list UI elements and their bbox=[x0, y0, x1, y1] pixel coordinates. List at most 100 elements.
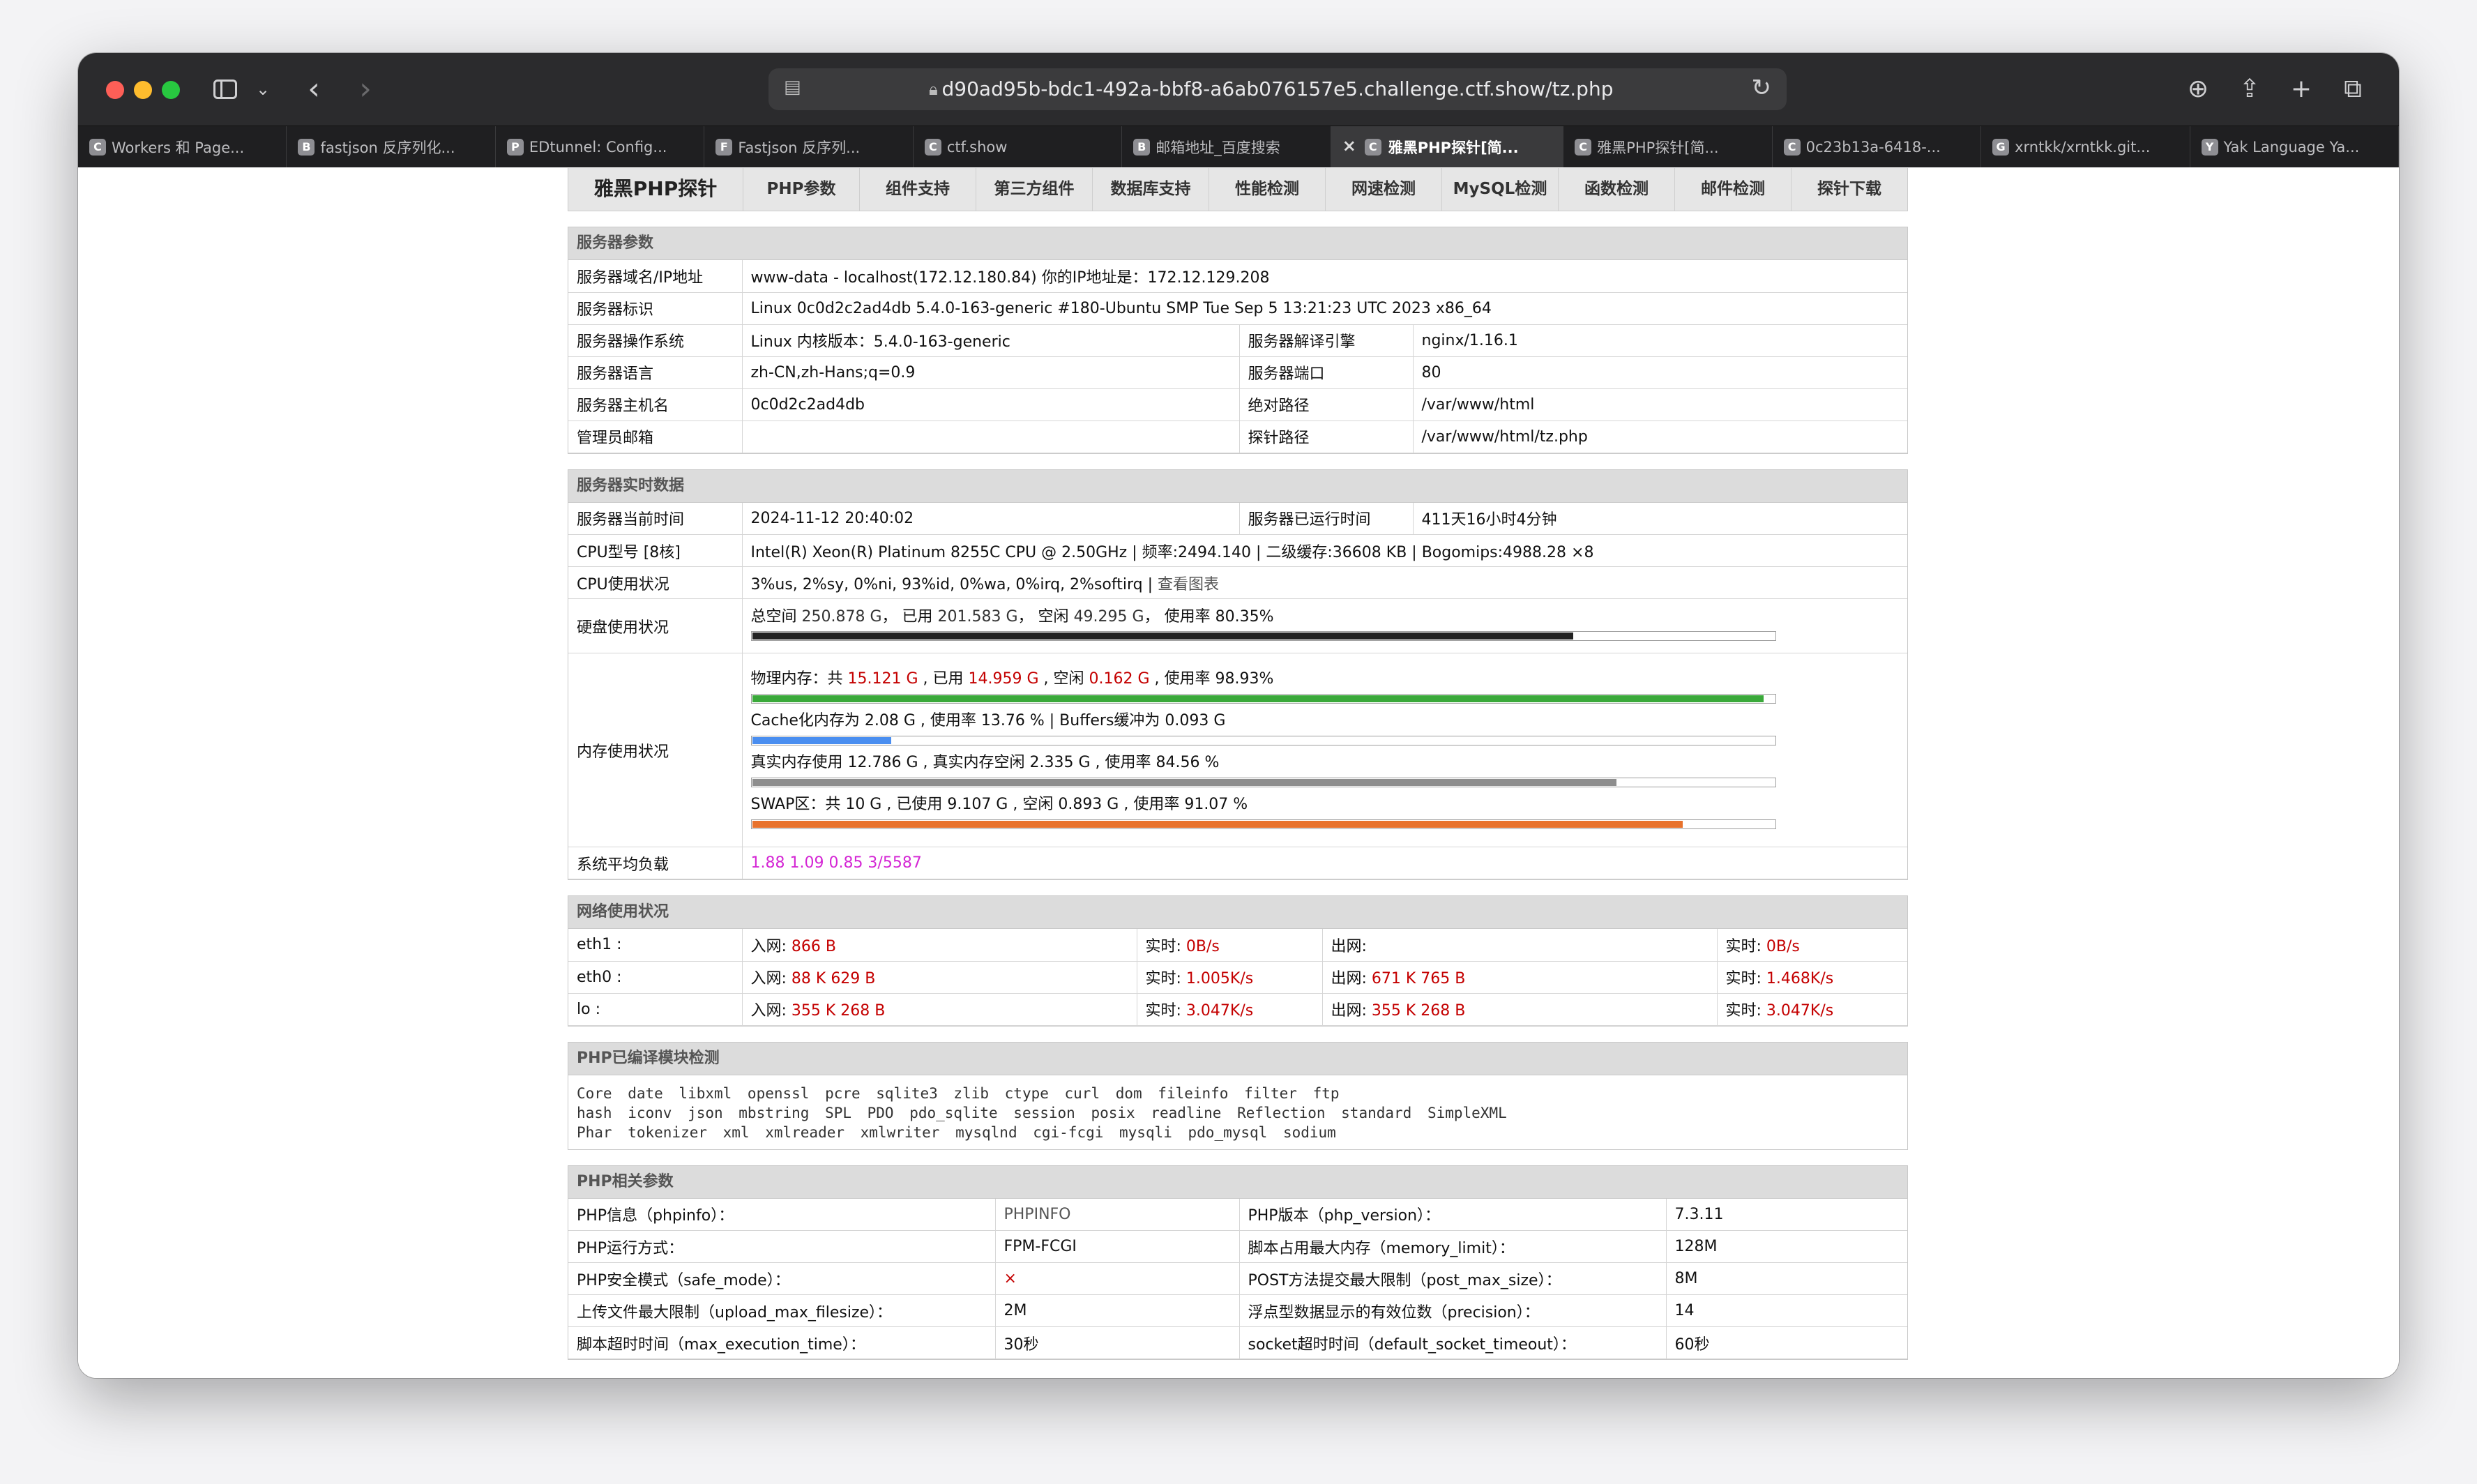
value: 30秒 bbox=[994, 1326, 1240, 1359]
module-list: Core date libxml openssl pcre sqlite3 zl… bbox=[568, 1075, 1907, 1149]
browser-toolbar: ⌄ ‹ › ▤ d90ad95b-bdc1-492a-bbf8-a6ab0761… bbox=[78, 53, 2399, 126]
tab-overview-icon[interactable]: ⧉ bbox=[2336, 71, 2370, 107]
sidebar-icon[interactable] bbox=[211, 70, 241, 109]
value: /var/www/html bbox=[1412, 388, 1907, 421]
download-icon[interactable]: ⊕ bbox=[2181, 71, 2215, 107]
rt1-cell: 实时: 1.005K/s bbox=[1136, 960, 1323, 994]
iface: lo : bbox=[568, 992, 743, 1026]
label: 上传文件最大限制（upload_max_filesize）： bbox=[568, 1294, 996, 1327]
reload-icon[interactable]: ↻ bbox=[1752, 74, 1772, 102]
value: 128M bbox=[1665, 1230, 1907, 1263]
rt-label: 实时: bbox=[1145, 970, 1186, 987]
module-line: Core date libxml openssl pcre sqlite3 zl… bbox=[577, 1084, 1340, 1102]
value: 总空间 250.878 G， 已用 201.583 G， 空闲 49.295 G… bbox=[741, 598, 1907, 653]
browser-tab[interactable]: Y Yak Language Ya... bbox=[2190, 126, 2399, 167]
rt1-cell: 实时: 3.047K/s bbox=[1136, 992, 1323, 1026]
label: 服务器已运行时间 bbox=[1238, 502, 1414, 535]
rt-label: 实时: bbox=[1145, 1002, 1186, 1020]
zoom-window-button[interactable] bbox=[162, 81, 180, 99]
view-chart-link[interactable]: 查看图表 bbox=[1158, 576, 1219, 593]
browser-tab[interactable]: B 邮箱地址_百度搜索 bbox=[1122, 126, 1331, 167]
close-tab-icon[interactable]: × bbox=[1342, 136, 1356, 156]
tab-label: fastjson 反序列化... bbox=[320, 139, 455, 156]
in-label: 入网: bbox=[750, 970, 791, 987]
tab-label: Fastjson 反序列... bbox=[738, 139, 861, 156]
nav-item-functions[interactable]: 函数检测 bbox=[1559, 168, 1675, 211]
table-row: CPU型号 [8核] Intel(R) Xeon(R) Platinum 825… bbox=[568, 534, 1907, 567]
minimize-window-button[interactable] bbox=[134, 81, 152, 99]
rt-value: 1.468K/s bbox=[1766, 970, 1834, 987]
in-label: 入网: bbox=[750, 1002, 791, 1020]
browser-tab[interactable]: Bfastjson 反序列化... bbox=[287, 126, 496, 167]
value: /var/www/html/tz.php bbox=[1412, 420, 1907, 453]
brand-title[interactable]: 雅黑PHP探针 bbox=[568, 168, 743, 211]
section-title: 服务器参数 bbox=[568, 227, 1907, 260]
page-content: 雅黑PHP探针 PHP参数 组件支持 第三方组件 数据库支持 性能检测 网速检测… bbox=[78, 168, 2399, 1378]
value: 2024-11-12 20:40:02 bbox=[741, 502, 1240, 535]
tab-label: 雅黑PHP探针[简... bbox=[1388, 139, 1519, 156]
value: Intel(R) Xeon(R) Platinum 8255C CPU @ 2.… bbox=[741, 534, 1907, 567]
tab-label: Workers 和 Page... bbox=[112, 139, 245, 156]
real-mem-progress-bar bbox=[750, 777, 1776, 787]
close-window-button[interactable] bbox=[106, 81, 124, 99]
disk-text: ， 使用率 bbox=[1144, 607, 1215, 626]
chevron-down-icon[interactable]: ⌄ bbox=[252, 70, 273, 109]
browser-tab[interactable]: × C 雅黑PHP探针[简... bbox=[1331, 126, 1564, 167]
nav-item-performance[interactable]: 性能检测 bbox=[1209, 168, 1326, 211]
nav-item-database[interactable]: 数据库支持 bbox=[1093, 168, 1209, 211]
browser-tab[interactable]: C 雅黑PHP探针[简... bbox=[1563, 126, 1773, 167]
nav-item-mail[interactable]: 邮件检测 bbox=[1675, 168, 1792, 211]
lock-icon: 🔒︎ bbox=[929, 80, 938, 99]
top-nav: 雅黑PHP探针 PHP参数 组件支持 第三方组件 数据库支持 性能检测 网速检测… bbox=[568, 168, 1908, 211]
value: nginx/1.16.1 bbox=[1412, 324, 1907, 357]
nav-item-network-speed[interactable]: 网速检测 bbox=[1326, 168, 1442, 211]
forward-icon[interactable]: › bbox=[351, 70, 379, 109]
out-cell: 出网: 355 K 268 B bbox=[1321, 992, 1718, 1026]
in-value: 866 B bbox=[791, 937, 836, 955]
browser-tab[interactable]: Cctf.show bbox=[914, 126, 1123, 167]
out-label: 出网: bbox=[1331, 937, 1367, 955]
value: 3%us, 2%sy, 0%ni, 93%id, 0%wa, 0%irq, 2%… bbox=[741, 566, 1907, 599]
tab-bar: C Workers 和 Page... Bfastjson 反序列化... P EDtu… bbox=[78, 126, 2399, 167]
tab-label: 邮箱地址_百度搜索 bbox=[1156, 139, 1280, 156]
nav-item-php-params[interactable]: PHP参数 bbox=[743, 168, 860, 211]
label: PHP安全模式（safe_mode）： bbox=[568, 1262, 996, 1295]
out-label: 出网: bbox=[1331, 970, 1372, 987]
phpinfo-link[interactable]: PHPINFO bbox=[994, 1198, 1240, 1231]
swap-progress-bar bbox=[750, 819, 1776, 829]
swap-text: SWAP区：共 10 G , 已使用 9.107 G , 空闲 0.893 G … bbox=[750, 795, 1248, 813]
rt-label: 实时: bbox=[1725, 937, 1766, 955]
favicon-icon: G bbox=[1992, 139, 2010, 156]
browser-tab[interactable]: C 0c23b13a-6418-... bbox=[1773, 126, 1982, 167]
share-icon[interactable]: ⇪ bbox=[2233, 71, 2266, 107]
label: CPU使用状况 bbox=[568, 566, 743, 599]
mem-text: 物理内存：共 bbox=[750, 669, 848, 688]
address-bar[interactable]: ▤ d90ad95b-bdc1-492a-bbf8-a6ab076157e5.c… bbox=[768, 68, 1787, 110]
nav-item-components[interactable]: 组件支持 bbox=[860, 168, 976, 211]
label: 系统平均负载 bbox=[568, 847, 743, 879]
nav-item-mysql[interactable]: MySQL检测 bbox=[1442, 168, 1559, 211]
nav-item-download[interactable]: 探针下载 bbox=[1792, 168, 1907, 211]
mem-text: , 已用 bbox=[918, 669, 969, 688]
disk-text: 总空间 bbox=[750, 607, 802, 626]
browser-tab[interactable]: C Workers 和 Page... bbox=[78, 126, 287, 167]
out-value: 355 K 268 B bbox=[1371, 1002, 1466, 1020]
table-row: PHP信息（phpinfo）： PHPINFO PHP版本（php_versio… bbox=[568, 1198, 1907, 1231]
nav-item-third-party[interactable]: 第三方组件 bbox=[976, 168, 1093, 211]
back-icon[interactable]: ‹ bbox=[300, 70, 328, 109]
modules-section: PHP已编译模块检测 Core date libxml openssl pcre… bbox=[568, 1041, 1908, 1150]
out-value: 671 K 765 B bbox=[1371, 970, 1466, 987]
value: 411天16小时4分钟 bbox=[1412, 502, 1907, 535]
rt-value: 1.005K/s bbox=[1186, 970, 1254, 987]
label: PHP版本（php_version）： bbox=[1238, 1198, 1667, 1231]
browser-tab[interactable]: Gxrntkk/xrntkk.git... bbox=[1981, 126, 2190, 167]
value: 8M bbox=[1665, 1262, 1907, 1295]
browser-tab[interactable]: F Fastjson 反序列... bbox=[704, 126, 914, 167]
value: FPM-FCGI bbox=[994, 1230, 1240, 1263]
label: 探针路径 bbox=[1238, 420, 1414, 453]
cache-progress-fill bbox=[752, 736, 892, 744]
value: 80 bbox=[1412, 356, 1907, 389]
browser-tab[interactable]: P EDtunnel: Config... bbox=[496, 126, 705, 167]
table-row: 管理员邮箱 探针路径 /var/www/html/tz.php bbox=[568, 420, 1907, 453]
new-tab-icon[interactable]: + bbox=[2285, 71, 2318, 107]
